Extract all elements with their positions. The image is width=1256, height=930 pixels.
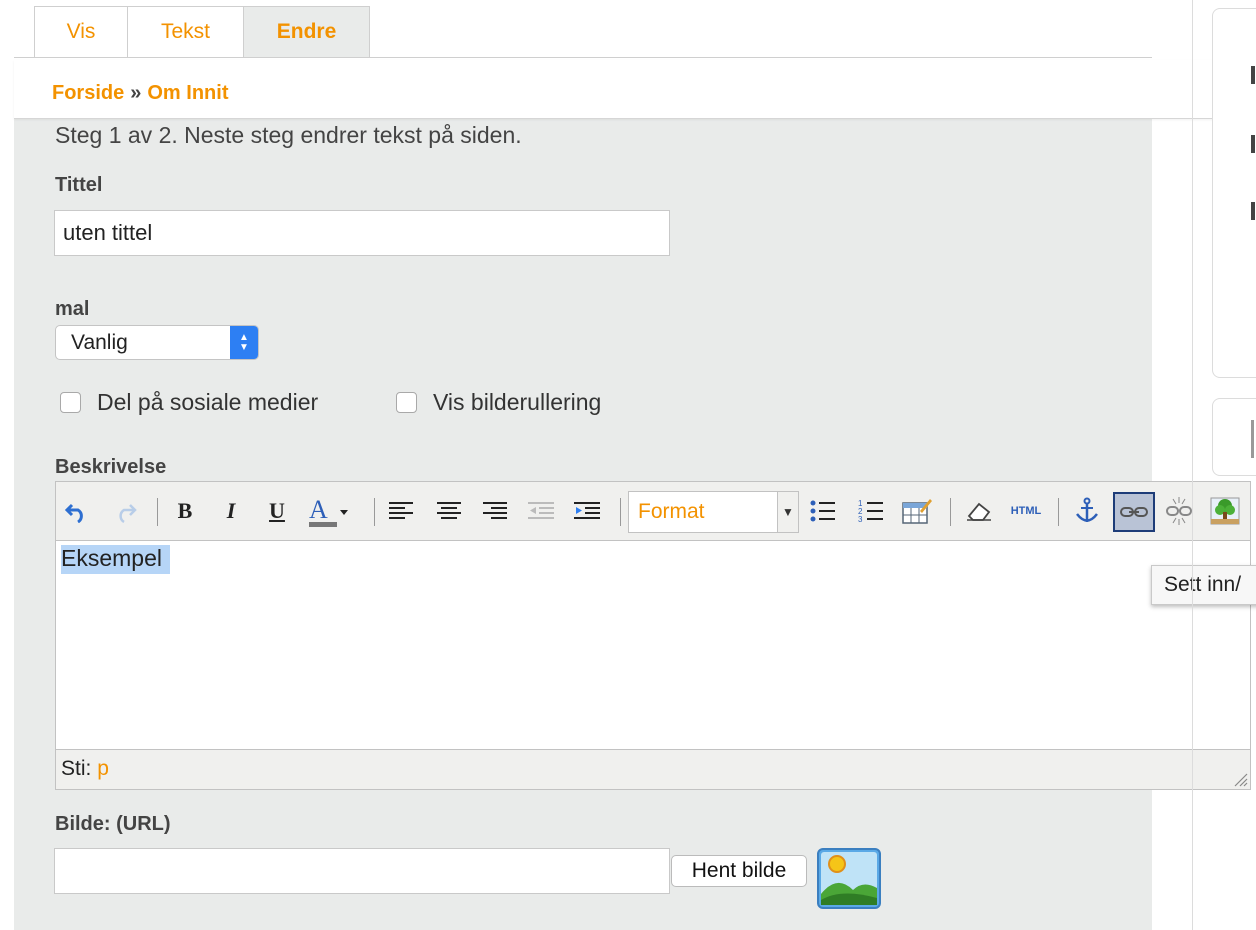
template-select[interactable]: Vanlig ▲ ▼: [55, 325, 259, 360]
format-dropdown-label: Format: [638, 500, 705, 523]
eraser-icon[interactable]: [964, 496, 994, 526]
align-center-icon[interactable]: [434, 496, 464, 526]
html-icon[interactable]: HTML: [1006, 496, 1046, 526]
path-element-link[interactable]: p: [97, 757, 109, 780]
image-icon[interactable]: [1210, 496, 1240, 526]
breadcrumb-current-link[interactable]: Om Innit: [147, 82, 228, 104]
sidebar-item-marker: [1251, 202, 1255, 220]
bold-icon[interactable]: B: [170, 496, 200, 526]
unlink-icon[interactable]: [1164, 496, 1194, 526]
social-checkbox[interactable]: [60, 392, 81, 413]
select-arrows-icon: ▲ ▼: [230, 326, 258, 359]
image-url-input[interactable]: [54, 848, 670, 894]
table-icon[interactable]: [902, 496, 932, 526]
font-color-icon[interactable]: A: [306, 495, 352, 527]
link-tooltip: Sett inn/: [1151, 565, 1256, 605]
indent-icon[interactable]: [572, 496, 602, 526]
step-text: Steg 1 av 2. Neste steg endrer tekst på …: [55, 122, 522, 148]
format-dropdown[interactable]: Format ▼: [628, 491, 799, 533]
tab-bar: Vis Tekst Endre: [34, 6, 370, 58]
anchor-icon[interactable]: [1072, 496, 1102, 526]
breadcrumb-separator: »: [130, 82, 142, 104]
align-right-icon[interactable]: [480, 496, 510, 526]
sidebar-item-marker: [1251, 135, 1255, 153]
toolbar-divider: [1058, 498, 1059, 526]
outdent-icon[interactable]: [526, 496, 556, 526]
tab-vis[interactable]: Vis: [34, 6, 128, 57]
image-picker-icon[interactable]: [817, 848, 881, 909]
resize-grip-icon[interactable]: [1232, 771, 1248, 787]
toolbar-divider: [620, 498, 621, 526]
editor-path-bar: Sti: p: [61, 757, 109, 781]
toolbar-divider: [157, 498, 158, 526]
tab-divider: [14, 57, 1152, 58]
social-checkbox-label: Del på sosiale medier: [97, 389, 319, 415]
numbered-list-icon[interactable]: 123: [856, 496, 886, 526]
italic-icon[interactable]: I: [216, 496, 246, 526]
template-label: mal: [55, 298, 90, 320]
editor-toolbar: B I U A Format ▼ 123 HTML: [56, 482, 1250, 540]
redo-icon[interactable]: [110, 496, 140, 526]
bullet-list-icon[interactable]: [808, 496, 838, 526]
sidebar-panel: [1212, 8, 1256, 378]
fetch-image-button[interactable]: Hent bilde: [671, 855, 807, 887]
social-checkbox-row[interactable]: Del på sosiale medier: [60, 389, 318, 416]
chevron-down-icon: ▼: [777, 492, 798, 532]
align-left-icon[interactable]: [386, 496, 416, 526]
rich-text-editor: B I U A Format ▼ 123 HTML Eksempel Sti: …: [55, 481, 1251, 790]
title-input[interactable]: uten tittel: [54, 210, 670, 256]
toolbar-divider: [950, 498, 951, 526]
svg-text:3: 3: [858, 515, 863, 524]
svg-text:A: A: [309, 495, 328, 524]
image-url-label: Bilde: (URL): [55, 813, 171, 835]
sidebar-divider: [1192, 0, 1193, 930]
slideshow-checkbox[interactable]: [396, 392, 417, 413]
undo-icon[interactable]: [62, 496, 92, 526]
editor-content-area[interactable]: Eksempel: [56, 540, 1250, 750]
breadcrumb: Forside » Om Innit: [14, 60, 1256, 119]
slideshow-checkbox-label: Vis bilderullering: [433, 389, 602, 415]
sidebar-panel-small: [1212, 398, 1256, 476]
sidebar-item-marker: [1251, 66, 1255, 84]
tab-tekst[interactable]: Tekst: [128, 6, 244, 57]
title-label: Tittel: [55, 174, 103, 196]
slideshow-checkbox-row[interactable]: Vis bilderullering: [396, 389, 601, 416]
toolbar-divider: [374, 498, 375, 526]
template-select-value: Vanlig: [71, 330, 128, 354]
tab-endre[interactable]: Endre: [244, 6, 370, 57]
sidebar-input-edge: [1251, 420, 1254, 458]
link-icon[interactable]: [1113, 492, 1155, 532]
underline-icon[interactable]: U: [262, 496, 292, 526]
breadcrumb-home-link[interactable]: Forside: [52, 82, 124, 104]
editor-selected-text[interactable]: Eksempel: [61, 545, 170, 574]
path-label: Sti:: [61, 757, 92, 780]
description-label: Beskrivelse: [55, 456, 167, 478]
